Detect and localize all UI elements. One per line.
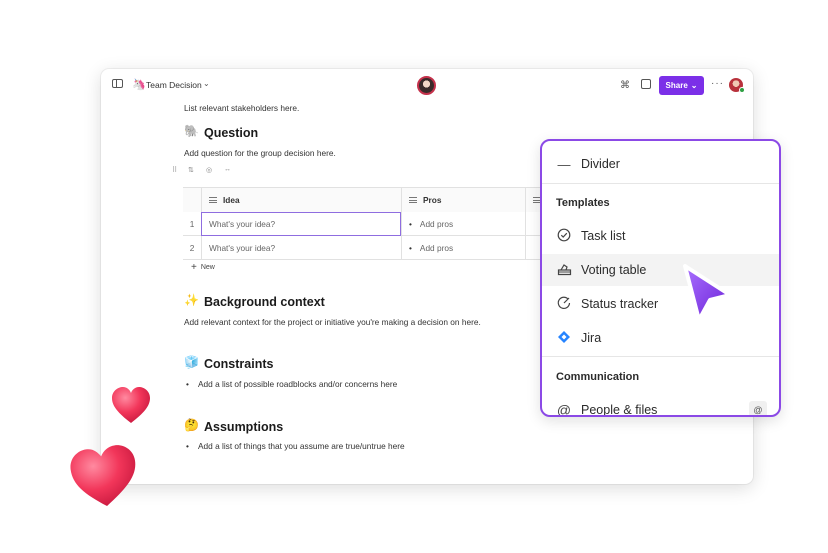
status-gauge-icon <box>556 296 572 313</box>
background-text[interactable]: Add relevant context for the project or … <box>184 317 481 327</box>
bullet: • <box>186 441 189 451</box>
menu-item-jira[interactable]: Jira <box>542 322 779 354</box>
menu-item-divider[interactable]: — Divider <box>542 148 779 180</box>
text-column-icon <box>209 197 217 203</box>
menu-item-label: Voting table <box>581 263 647 277</box>
copy-icon[interactable] <box>641 79 651 89</box>
menu-divider <box>542 356 779 357</box>
menu-item-voting-table[interactable]: Voting table <box>542 254 779 286</box>
stakeholders-text[interactable]: List relevant stakeholders here. <box>184 103 299 113</box>
column-label: Pros <box>423 195 442 205</box>
menu-item-people-files[interactable]: @ People & files @ <box>542 394 779 417</box>
bullet: • <box>409 243 412 253</box>
column-label: Idea <box>223 195 240 205</box>
pros-cell[interactable]: • Add pros <box>401 236 525 260</box>
pointer-cursor-icon <box>683 264 732 322</box>
constraints-bullet[interactable]: Add a list of possible roadblocks and/or… <box>198 379 397 389</box>
row-number: 1 <box>189 219 195 229</box>
more-options-icon[interactable]: ··· <box>711 78 724 89</box>
menu-item-label: People & files <box>581 403 658 417</box>
templates-section-title: Templates <box>556 197 610 209</box>
pros-placeholder: Add pros <box>419 243 454 253</box>
drag-handle-icon[interactable]: ⠿ <box>172 166 177 174</box>
chevron-down-icon[interactable]: ⌄ <box>203 79 210 88</box>
sidebar-toggle-icon[interactable] <box>112 79 123 88</box>
at-sign-icon: @ <box>556 402 572 417</box>
plus-icon: + <box>191 262 197 273</box>
shortcut-badge: @ <box>749 401 767 415</box>
menu-item-status-tracker[interactable]: Status tracker <box>542 288 779 320</box>
top-bar: 🦄 Team Decision ⌄ ⌘ Share ⌄ ··· <box>101 69 753 101</box>
column-header-idea[interactable]: Idea <box>201 188 401 212</box>
jira-icon <box>556 330 572 347</box>
new-row-label: New <box>200 264 215 271</box>
voting-table: Idea Pros 1 What's your idea? • Add pros <box>183 187 553 260</box>
menu-item-label: Divider <box>581 157 620 171</box>
bullet: • <box>186 379 189 389</box>
table-row: 1 What's your idea? • Add pros <box>183 212 553 236</box>
presence-dot <box>739 87 745 93</box>
pros-cell[interactable]: • Add pros <box>401 212 525 236</box>
idea-cell[interactable]: What's your idea? <box>201 212 401 236</box>
collaborator-avatar[interactable] <box>417 76 436 95</box>
thinking-emoji: 🤔 <box>184 418 199 432</box>
pros-placeholder: Add pros <box>419 219 454 229</box>
idea-cell[interactable]: What's your idea? <box>201 236 401 260</box>
resize-icon[interactable]: ↔ <box>224 166 231 173</box>
assumptions-heading[interactable]: Assumptions <box>204 420 283 434</box>
bullet: • <box>409 219 412 229</box>
question-text[interactable]: Add question for the group decision here… <box>184 148 336 158</box>
divider-icon: — <box>557 156 571 172</box>
heart-icon <box>70 445 136 506</box>
menu-item-label: Status tracker <box>581 297 659 311</box>
text-column-icon <box>409 197 417 203</box>
constraints-heading[interactable]: Constraints <box>204 357 273 371</box>
sparkles-emoji: ✨ <box>184 293 199 307</box>
share-chevron-icon: ⌄ <box>690 81 698 90</box>
communication-section-title: Communication <box>556 371 640 383</box>
share-button[interactable]: Share ⌄ <box>659 76 704 95</box>
question-heading[interactable]: Question <box>204 126 258 140</box>
insert-menu: — Divider Templates Task list Voting tab… <box>540 139 781 417</box>
doc-title-emoji: 🦄 <box>132 79 146 91</box>
cube-emoji: 🧊 <box>184 355 199 369</box>
heart-icon <box>112 387 150 423</box>
assumptions-bullet[interactable]: Add a list of things that you assume are… <box>198 441 405 451</box>
background-heading[interactable]: Background context <box>204 295 325 309</box>
table-row: 2 What's your idea? • Add pros <box>183 236 553 260</box>
sort-icon[interactable]: ⇅ <box>188 166 194 174</box>
stage: 🦄 Team Decision ⌄ ⌘ Share ⌄ ··· List rel… <box>0 0 828 553</box>
voting-box-icon <box>556 262 572 279</box>
doc-title[interactable]: Team Decision <box>146 80 202 90</box>
row-number-header <box>183 188 201 212</box>
menu-item-label: Task list <box>581 229 626 243</box>
apps-icon[interactable]: ⌘ <box>620 80 630 91</box>
share-label: Share <box>665 81 688 90</box>
row-number: 2 <box>189 243 195 253</box>
question-emoji: 🐘 <box>184 124 199 138</box>
menu-item-task-list[interactable]: Task list <box>542 220 779 252</box>
hide-icon[interactable]: ◎ <box>206 166 212 174</box>
column-header-pros[interactable]: Pros <box>401 188 525 212</box>
check-circle-icon <box>556 228 572 245</box>
menu-item-label: Jira <box>581 331 602 345</box>
menu-divider <box>542 183 779 184</box>
new-row-button[interactable]: + New <box>191 262 215 273</box>
table-header-row: Idea Pros <box>183 188 553 212</box>
